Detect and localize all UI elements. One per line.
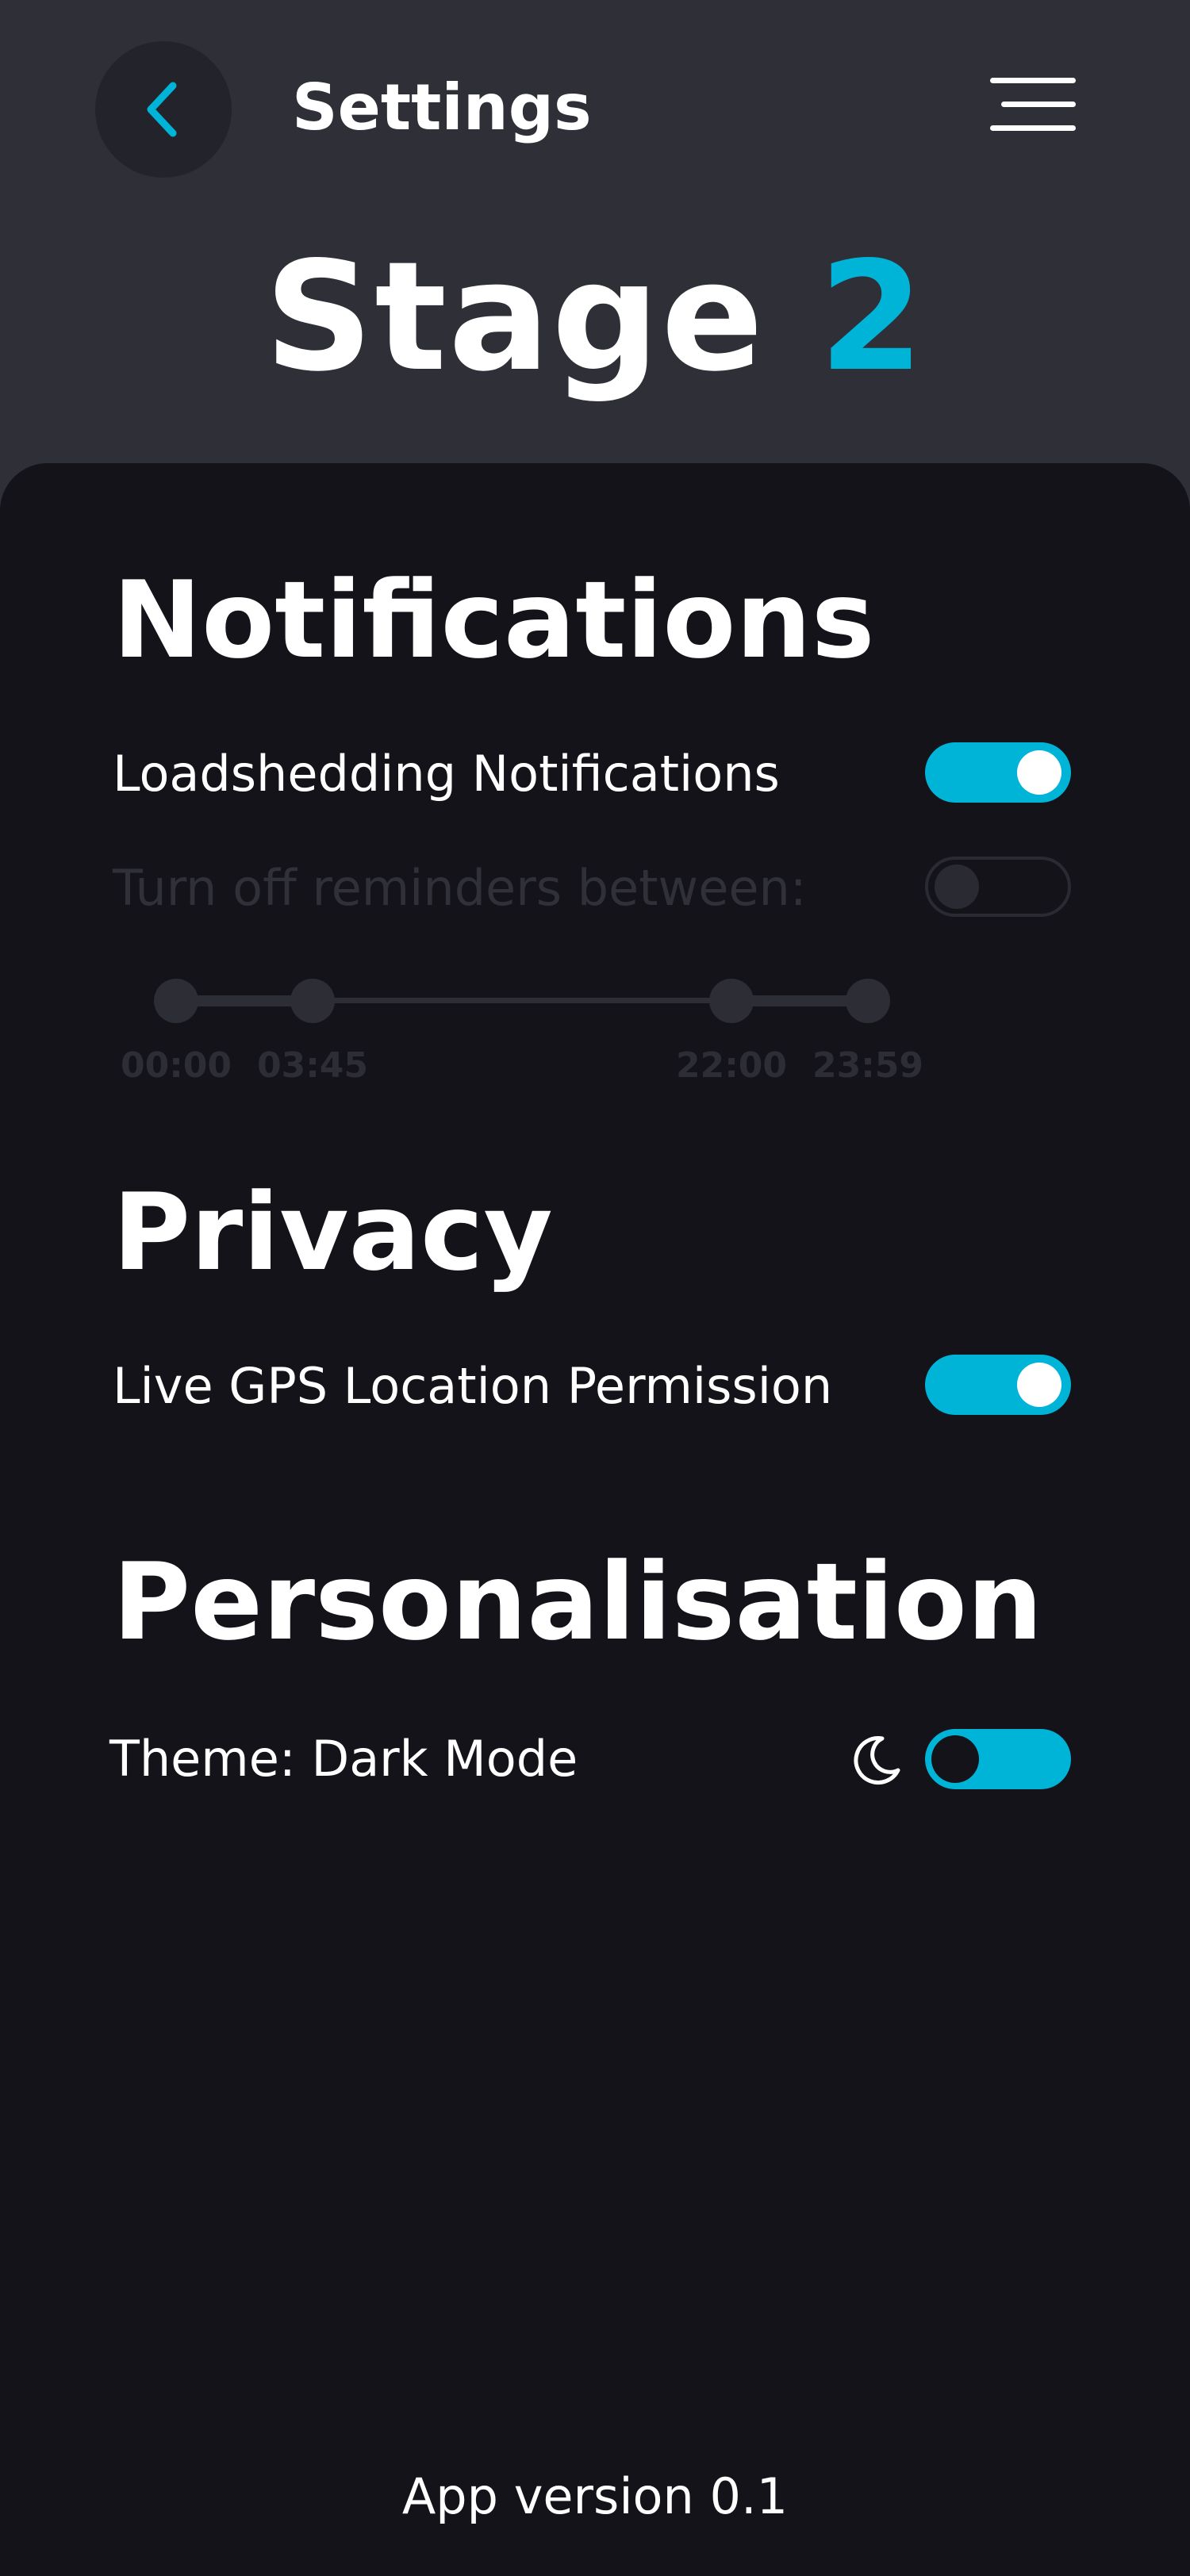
stage-label: Stage — [264, 229, 766, 404]
time-range-track — [313, 998, 731, 1003]
time-handle-1[interactable] — [154, 979, 198, 1023]
loadshedding-notifications-label: Loadshedding Notifications — [113, 745, 780, 803]
gps-permission-label: Live GPS Location Permission — [113, 1357, 833, 1415]
header: Settings Stage 2 — [0, 0, 1190, 492]
chevron-left-icon — [147, 82, 177, 137]
notifications-heading: Notifications — [113, 558, 875, 682]
loadshedding-notifications-toggle[interactable] — [925, 742, 1071, 803]
theme-label: Theme: Dark Mode — [109, 1730, 578, 1788]
time-handle-4[interactable] — [846, 979, 890, 1023]
stage-title: Stage 2 — [0, 222, 1190, 412]
time-label-4: 23:59 — [812, 1045, 924, 1086]
header-title: Settings — [292, 71, 592, 144]
reminders-label: Turn off reminders between: — [113, 859, 807, 917]
time-handle-3[interactable] — [709, 979, 754, 1023]
privacy-heading: Privacy — [113, 1171, 553, 1294]
gps-permission-toggle[interactable] — [925, 1355, 1071, 1415]
stage-number: 2 — [819, 229, 926, 404]
hamburger-menu-icon[interactable] — [984, 71, 1082, 138]
time-handle-2[interactable] — [290, 979, 335, 1023]
reminders-toggle[interactable] — [925, 857, 1071, 917]
personalisation-heading: Personalisation — [113, 1540, 1043, 1664]
toggle-knob — [935, 864, 979, 909]
toggle-knob — [1017, 1363, 1061, 1407]
app-version: App version 0.1 — [401, 2467, 789, 2525]
time-label-3: 22:00 — [675, 1045, 788, 1086]
time-label-2: 03:45 — [256, 1045, 369, 1086]
toggle-knob — [1017, 750, 1061, 795]
back-button[interactable] — [95, 41, 232, 178]
moon-icon — [854, 1736, 900, 1785]
time-label-1: 00:00 — [120, 1045, 232, 1086]
toggle-knob — [931, 1735, 979, 1783]
dark-mode-toggle[interactable] — [925, 1729, 1071, 1789]
